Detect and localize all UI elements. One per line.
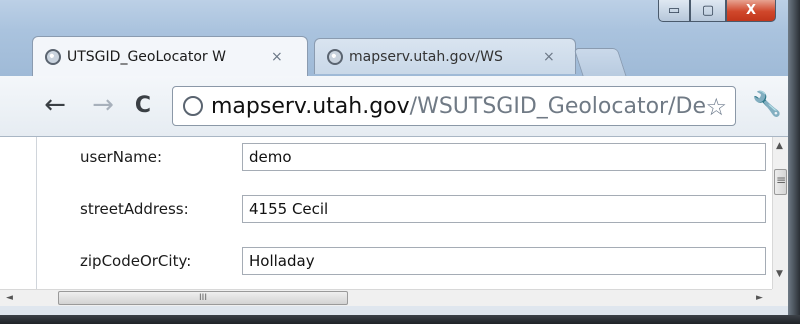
star-icon[interactable]: ☆: [705, 93, 727, 121]
street-address-input[interactable]: [242, 195, 766, 223]
tab-mapserv[interactable]: mapserv.utah.gov/WS ×: [314, 38, 576, 74]
new-tab-button[interactable]: [573, 48, 627, 76]
url-host: mapserv.utah.gov: [211, 93, 410, 119]
window-bottom-edge: [0, 306, 788, 315]
tab-title: mapserv.utah.gov/WS: [349, 48, 503, 65]
minimize-button[interactable]: ▭: [658, 0, 690, 22]
maximize-button[interactable]: ▢: [690, 0, 726, 22]
forward-button[interactable]: →: [88, 90, 118, 120]
horizontal-scrollbar[interactable]: ◄ III ►: [0, 289, 772, 307]
window-frame-right: [788, 0, 800, 324]
address-bar[interactable]: mapserv.utah.gov/WSUTSGID_Geolocator/De …: [172, 86, 736, 126]
vertical-scroll-thumb[interactable]: ≡: [774, 169, 787, 195]
username-row: userName:: [80, 143, 766, 171]
scroll-down-icon[interactable]: ▼: [776, 269, 783, 279]
horizontal-scroll-thumb[interactable]: III: [58, 291, 348, 305]
scrollbar-corner: [772, 289, 788, 306]
globe-icon: [183, 96, 203, 116]
browser-window: ▭ ▢ X UTSGID_GeoLocator W × mapserv.utah…: [0, 0, 800, 324]
scroll-left-icon[interactable]: ◄: [6, 293, 13, 303]
page-content: userName: streetAddress: zipCodeOrCity: …: [0, 137, 789, 315]
tab-utsgid-geolocator[interactable]: UTSGID_GeoLocator W ×: [32, 36, 308, 76]
title-bar: ▭ ▢ X UTSGID_GeoLocator W × mapserv.utah…: [0, 0, 788, 77]
grip-icon: ≡: [776, 173, 787, 187]
zip-code-or-city-label: zipCodeOrCity:: [80, 252, 192, 270]
globe-icon: [327, 48, 343, 65]
wrench-icon[interactable]: 🔧: [752, 90, 782, 118]
globe-icon: [45, 48, 61, 65]
close-tab-icon[interactable]: ×: [543, 49, 555, 65]
username-label: userName:: [80, 148, 163, 166]
scroll-up-icon[interactable]: ▲: [776, 141, 783, 151]
back-button[interactable]: ←: [40, 90, 70, 120]
close-tab-icon[interactable]: ×: [271, 49, 283, 65]
scroll-right-icon[interactable]: ►: [756, 293, 763, 303]
zip-code-or-city-row: zipCodeOrCity:: [80, 247, 766, 275]
reload-button[interactable]: C: [128, 90, 158, 120]
close-window-button[interactable]: X: [726, 0, 776, 22]
tab-title: UTSGID_GeoLocator W: [67, 48, 226, 65]
street-address-label: streetAddress:: [80, 200, 189, 218]
street-address-row: streetAddress:: [80, 195, 766, 223]
browser-toolbar: ← → C mapserv.utah.gov/WSUTSGID_Geolocat…: [0, 76, 788, 137]
window-frame-bottom: [0, 315, 800, 324]
username-input[interactable]: [242, 143, 766, 171]
url-path: /WSUTSGID_Geolocator/De: [409, 93, 706, 119]
zip-code-or-city-input[interactable]: [242, 247, 766, 275]
vertical-scrollbar[interactable]: ▲ ≡ ▼: [772, 137, 789, 289]
window-controls: ▭ ▢ X: [658, 0, 776, 24]
